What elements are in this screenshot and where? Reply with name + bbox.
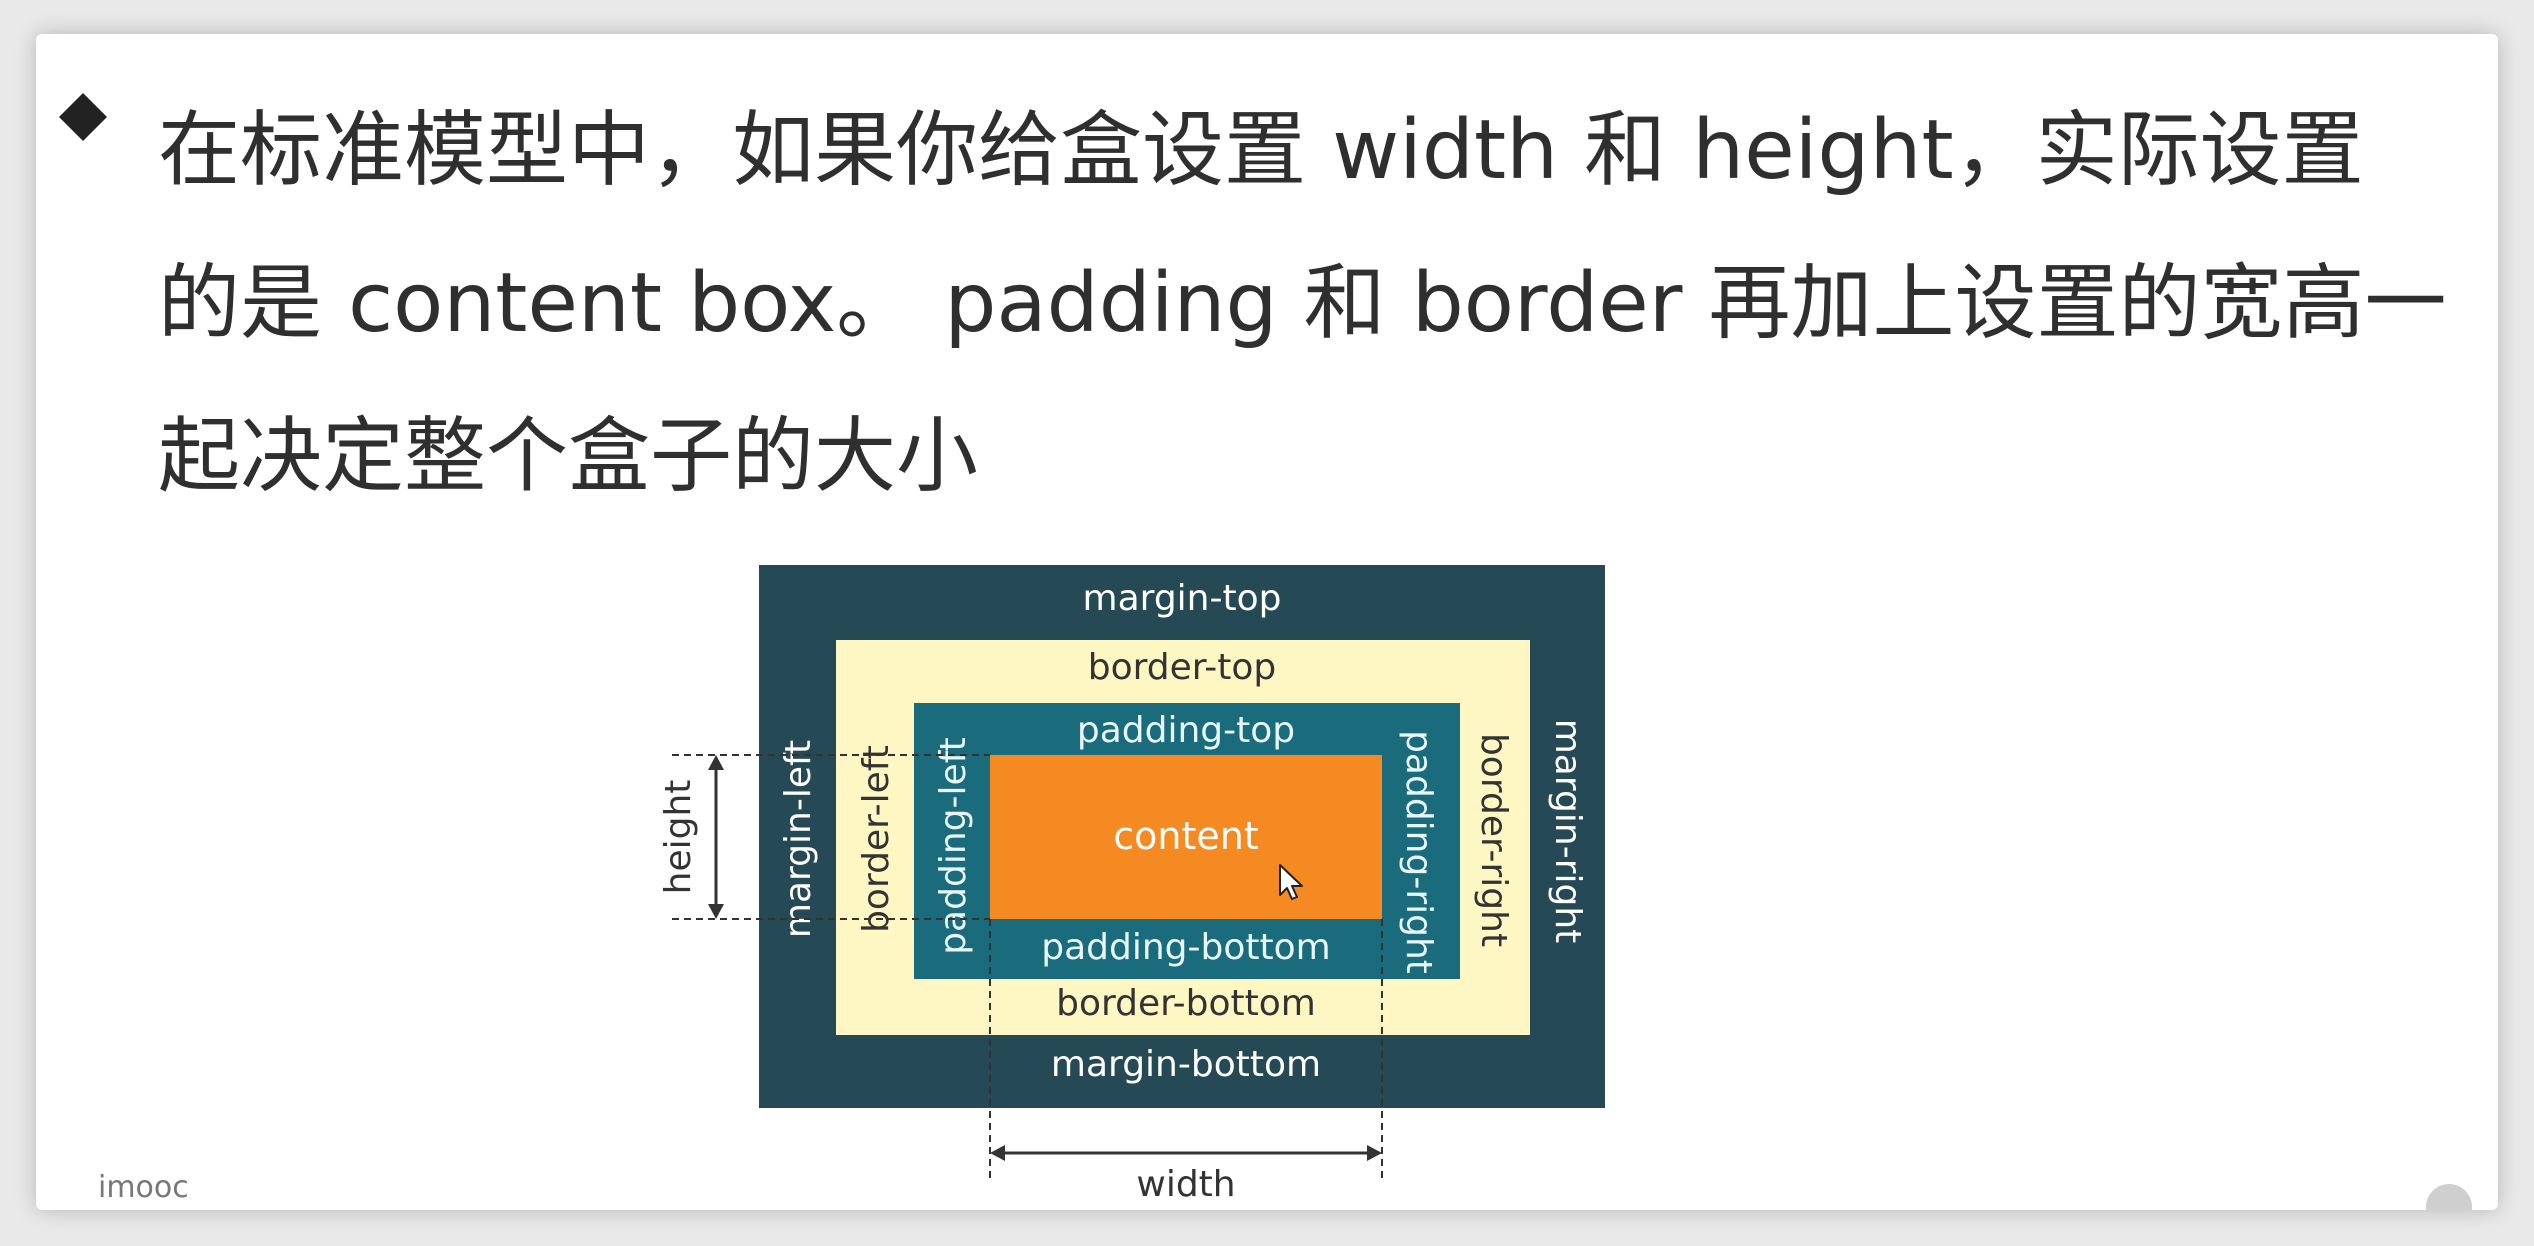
height-label: height [658,780,699,895]
padding-left-label: padding-left [933,737,974,955]
padding-top-label: padding-top [1077,710,1295,751]
border-right-label: border-right [1473,733,1514,947]
width-label: width [1136,1164,1235,1205]
border-top-label: border-top [1088,647,1277,688]
margin-top-label: margin-top [1083,578,1282,619]
box-model-diagram: margin-top border-top padding-top conten… [658,565,1605,1205]
padding-right-label: padding-right [1398,730,1439,974]
slide: 在标准模型中，如果你给盒设置 width 和 height，实际设置 的是 co… [36,34,2498,1210]
border-bottom-label: border-bottom [1056,983,1316,1024]
content-label: content [1113,814,1259,858]
margin-bottom-label: margin-bottom [1051,1044,1321,1085]
padding-bottom-label: padding-bottom [1041,927,1330,968]
imooc-watermark: imooc [98,1170,189,1205]
border-left-label: border-left [856,745,897,933]
margin-right-label: margin-right [1547,719,1588,944]
margin-left-label: margin-left [778,740,819,938]
